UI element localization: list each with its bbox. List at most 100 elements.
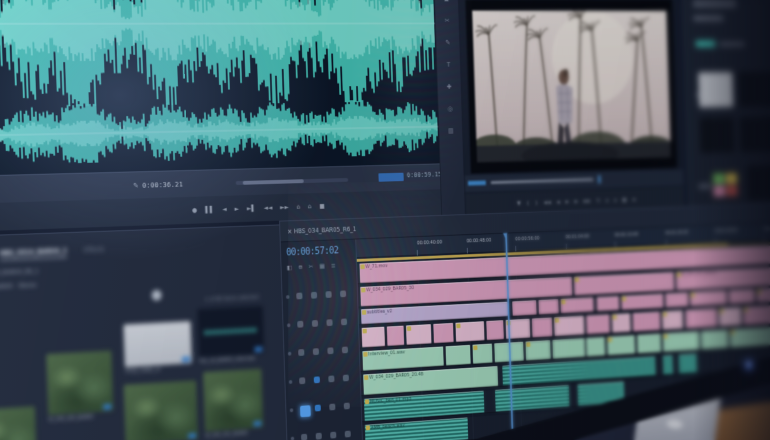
track-lock-icon[interactable] bbox=[287, 323, 291, 327]
timeline-clip[interactable] bbox=[526, 340, 551, 360]
track-toggle[interactable] bbox=[312, 320, 318, 327]
timeline-tab[interactable]: × HBS_034_BAR05_R6_1 bbox=[287, 225, 356, 235]
export-frame-icon[interactable]: ■ bbox=[319, 203, 324, 209]
timeline-clip[interactable] bbox=[633, 312, 661, 332]
project-thumbnail[interactable] bbox=[0, 406, 37, 440]
timeline-clip[interactable] bbox=[495, 385, 570, 412]
timeline-clip[interactable] bbox=[532, 317, 552, 337]
timeline-clip[interactable] bbox=[406, 324, 432, 345]
track-lock-icon[interactable] bbox=[291, 437, 295, 440]
track-toggle[interactable] bbox=[340, 290, 346, 297]
pause-icon[interactable]: ▌▌ bbox=[205, 206, 214, 213]
play-icon[interactable]: ► bbox=[565, 200, 569, 206]
snap-icon[interactable]: ◧ bbox=[287, 265, 293, 271]
playhead-caret[interactable]: ▼ bbox=[503, 232, 508, 239]
timeline-clip[interactable] bbox=[560, 297, 593, 313]
track-toggle[interactable] bbox=[326, 319, 332, 326]
project-thumbnail[interactable] bbox=[124, 380, 199, 440]
export-frame-icon[interactable]: ▦ bbox=[622, 198, 627, 203]
track-toggle[interactable] bbox=[301, 434, 307, 440]
track-toggle[interactable] bbox=[341, 318, 347, 325]
bin-thumbnail[interactable] bbox=[738, 72, 770, 107]
source-timecode-in[interactable]: 0:00:36.21 bbox=[142, 180, 183, 189]
track-lock-icon[interactable] bbox=[290, 408, 294, 412]
lift-icon[interactable]: ⌂ bbox=[296, 204, 300, 210]
project-thumbnail[interactable] bbox=[46, 351, 113, 416]
scrub-playhead[interactable] bbox=[598, 175, 601, 183]
track-toggle[interactable] bbox=[315, 405, 321, 412]
timeline-clip[interactable] bbox=[678, 353, 697, 373]
track-toggle[interactable] bbox=[329, 404, 335, 411]
track-toggle[interactable] bbox=[316, 433, 322, 440]
selection-tool-icon[interactable]: ▲ bbox=[444, 0, 449, 2]
bin-thumbnail[interactable] bbox=[700, 117, 735, 153]
timeline-clip[interactable] bbox=[690, 290, 727, 306]
timeline-clip[interactable] bbox=[621, 294, 663, 310]
playhead-timecode[interactable]: 00:00:57:02 bbox=[286, 246, 339, 258]
track-lock-icon[interactable] bbox=[286, 295, 290, 299]
program-video-preview[interactable] bbox=[465, 0, 677, 174]
track-toggle[interactable] bbox=[300, 405, 311, 417]
zoom-level-chip[interactable] bbox=[468, 180, 486, 185]
add-marker-icon[interactable]: ▼ bbox=[517, 201, 521, 207]
timeline-clip[interactable] bbox=[662, 310, 683, 330]
timeline-settings-icon[interactable]: ≡ bbox=[331, 263, 336, 269]
go-to-in-icon[interactable]: ◄◄ bbox=[543, 200, 550, 206]
hand-tool-icon[interactable]: ✚ bbox=[447, 84, 452, 90]
razor-icon[interactable]: ✂ bbox=[309, 264, 314, 270]
type-tool-icon[interactable]: T bbox=[447, 62, 451, 68]
go-to-out-icon[interactable]: ►► bbox=[280, 204, 289, 210]
timeline-clip[interactable] bbox=[607, 335, 635, 355]
go-to-out-icon[interactable]: ►► bbox=[584, 199, 591, 205]
scrollbar-thumb[interactable] bbox=[243, 179, 304, 185]
mark-out-icon[interactable]: } bbox=[535, 201, 538, 207]
source-zoom-scrollbar[interactable] bbox=[236, 178, 349, 185]
project-thumbnail[interactable] bbox=[203, 369, 263, 432]
zoom-tool-icon[interactable]: ◎ bbox=[448, 106, 453, 113]
timeline-clip[interactable] bbox=[662, 355, 673, 375]
track-select-tool-icon[interactable]: ▥ bbox=[448, 128, 454, 135]
project-tab[interactable]: Effects bbox=[84, 245, 105, 257]
bin-thumbnail[interactable] bbox=[747, 165, 770, 201]
track-toggle[interactable] bbox=[343, 375, 349, 382]
pen-tool-icon[interactable]: ✎ bbox=[445, 40, 450, 46]
lift-icon[interactable]: ⌂ bbox=[605, 198, 608, 203]
track-toggle[interactable] bbox=[344, 403, 350, 410]
timeline-clip[interactable] bbox=[685, 308, 717, 328]
track-toggle[interactable] bbox=[328, 375, 334, 382]
sync-icon[interactable] bbox=[151, 290, 161, 301]
edit-timecode-icon[interactable]: ✎ bbox=[133, 181, 139, 189]
extract-icon[interactable]: ⌂ bbox=[614, 198, 617, 203]
timeline-clip[interactable]: Interview_01.wav bbox=[362, 346, 443, 370]
settings-icon[interactable]: ≡ bbox=[632, 197, 636, 202]
bin-thumbnail[interactable] bbox=[698, 72, 733, 107]
timeline-clip[interactable] bbox=[433, 323, 453, 343]
timeline-clip[interactable] bbox=[362, 327, 385, 348]
timeline-clip[interactable] bbox=[701, 330, 728, 350]
extract-icon[interactable]: ⌂ bbox=[308, 203, 312, 209]
play-icon[interactable]: ► bbox=[234, 206, 239, 212]
timeline-clip[interactable]: W_034_031_BAR05 bbox=[676, 265, 770, 291]
timeline-clip[interactable] bbox=[637, 334, 661, 354]
track-toggle[interactable] bbox=[345, 431, 351, 438]
timeline-clip[interactable] bbox=[472, 344, 492, 364]
track-toggle[interactable] bbox=[298, 349, 304, 356]
timeline-clip[interactable] bbox=[665, 292, 688, 307]
timeline-clip[interactable] bbox=[586, 337, 605, 357]
timeline-clip[interactable] bbox=[387, 326, 404, 346]
track-toggle[interactable] bbox=[311, 292, 317, 299]
razor-tool-icon[interactable]: ✂ bbox=[445, 18, 450, 24]
project-thumbnail[interactable] bbox=[197, 306, 264, 357]
track-toggle[interactable] bbox=[325, 291, 331, 298]
step-forward-icon[interactable]: ► bbox=[574, 199, 578, 205]
track-toggle[interactable] bbox=[327, 347, 333, 354]
track-toggle[interactable] bbox=[296, 293, 302, 300]
loop-icon[interactable]: ↻ bbox=[596, 199, 600, 204]
track-toggle[interactable] bbox=[299, 377, 305, 384]
track-lock-icon[interactable] bbox=[288, 352, 292, 356]
timeline-clip[interactable] bbox=[730, 327, 770, 348]
track-toggle[interactable] bbox=[330, 432, 336, 439]
timeline-clip[interactable] bbox=[539, 299, 559, 314]
track-toggle[interactable] bbox=[314, 376, 320, 383]
record-icon[interactable]: ● bbox=[192, 207, 197, 213]
